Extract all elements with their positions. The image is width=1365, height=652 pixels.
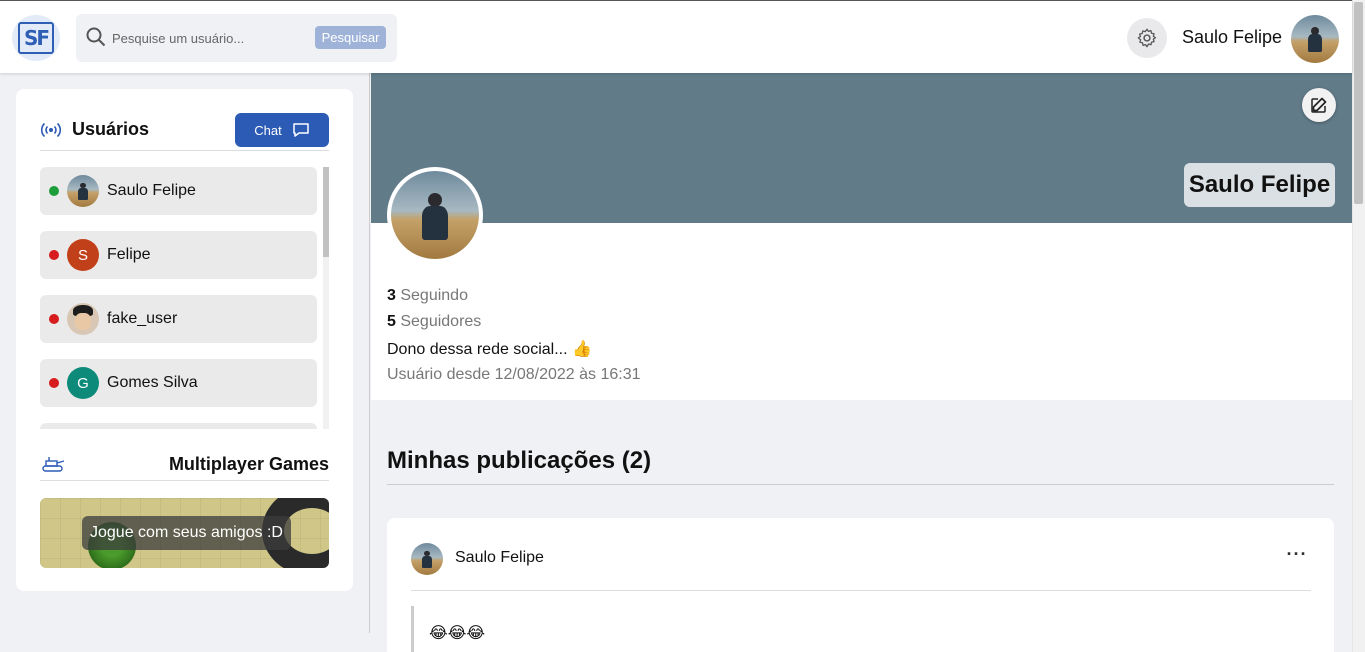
- games-title: Multiplayer Games: [168, 454, 329, 474]
- page-scrollbar-thumb[interactable]: [1354, 2, 1363, 204]
- member-since: Usuário desde 12/08/2022 às 16:31: [387, 366, 641, 383]
- list-item-user[interactable]: fake_user: [40, 295, 317, 343]
- online-status-dot: [49, 186, 59, 196]
- user-name: Felipe: [107, 246, 151, 263]
- users-list: Saulo Felipe S Felipe fake_user G Gomes …: [40, 167, 329, 429]
- sidebar: Usuários Chat Saulo Felipe S Felipe fake…: [16, 89, 353, 591]
- tank-icon: [42, 457, 65, 472]
- followers-label: Seguidores: [400, 313, 482, 330]
- user-name: Saulo Felipe: [107, 182, 196, 199]
- post-quote-bar: [411, 606, 414, 652]
- current-user-avatar[interactable]: [1291, 15, 1339, 63]
- post-content: 😂😂😂: [429, 625, 486, 642]
- top-navbar: SF Pesquisar Saulo Felipe: [0, 0, 1352, 73]
- profile-main: Saulo Felipe 3 Seguindo 5 Seguidores Don…: [371, 73, 1352, 652]
- current-user-name[interactable]: Saulo Felipe: [1182, 27, 1282, 48]
- offline-status-dot: [49, 378, 59, 388]
- profile-bio: Dono dessa rede social... 👍: [387, 341, 592, 358]
- chat-button[interactable]: Chat: [235, 113, 329, 147]
- profile-name: Saulo Felipe: [1184, 163, 1335, 207]
- users-header: Usuários Chat: [40, 111, 329, 151]
- broadcast-icon: [40, 122, 62, 138]
- edit-profile-button[interactable]: [1302, 88, 1336, 122]
- game-banner[interactable]: Jogue com seus amigos :D: [40, 498, 329, 568]
- following-label: Seguindo: [400, 287, 468, 304]
- game-caption: Jogue com seus amigos :D: [82, 516, 291, 550]
- followers-stat[interactable]: 5 Seguidores: [387, 313, 481, 331]
- profile-avatar[interactable]: [387, 167, 483, 263]
- post-author-avatar[interactable]: [411, 543, 443, 575]
- users-scrollbar-thumb[interactable]: [323, 167, 329, 257]
- list-item-user[interactable]: Saulo Felipe: [40, 167, 317, 215]
- settings-button[interactable]: [1127, 18, 1167, 58]
- edit-icon: [1311, 97, 1327, 113]
- list-item-user[interactable]: G Gomes Silva: [40, 359, 317, 407]
- search-button[interactable]: Pesquisar: [315, 26, 386, 49]
- followers-count: 5: [387, 313, 396, 330]
- user-name: fake_user: [107, 310, 178, 327]
- user-avatar: G: [67, 367, 99, 399]
- user-avatar: S: [67, 239, 99, 271]
- post-card: Saulo Felipe ··· 😂😂😂: [387, 518, 1334, 652]
- profile-cover: Saulo Felipe: [371, 73, 1352, 223]
- user-avatar: [67, 175, 99, 207]
- games-header: Multiplayer Games: [40, 450, 329, 481]
- offline-status-dot: [49, 250, 59, 260]
- chat-button-label: Chat: [254, 122, 282, 138]
- search-icon: [86, 27, 106, 47]
- logo-mark: SF: [18, 22, 54, 54]
- gear-icon: [1137, 28, 1157, 48]
- chat-icon: [292, 123, 309, 137]
- post-divider: [411, 590, 1311, 591]
- app-logo[interactable]: SF: [12, 15, 60, 61]
- more-options-icon[interactable]: ···: [1282, 544, 1312, 568]
- search-bar: Pesquisar: [76, 14, 397, 62]
- post-author-name[interactable]: Saulo Felipe: [455, 549, 544, 567]
- publications-title: Minhas publicações (2): [387, 447, 652, 474]
- content-divider: [369, 73, 370, 633]
- search-input[interactable]: [112, 26, 302, 50]
- users-title: Usuários: [72, 119, 150, 139]
- offline-status-dot: [49, 314, 59, 324]
- user-avatar: [67, 303, 99, 335]
- user-name: Gomes Silva: [107, 374, 198, 391]
- list-item-user[interactable]: S Felipe: [40, 231, 317, 279]
- following-stat[interactable]: 3 Seguindo: [387, 287, 468, 305]
- publications-divider: [387, 484, 1334, 485]
- list-item-user[interactable]: [40, 423, 317, 429]
- following-count: 3: [387, 287, 396, 304]
